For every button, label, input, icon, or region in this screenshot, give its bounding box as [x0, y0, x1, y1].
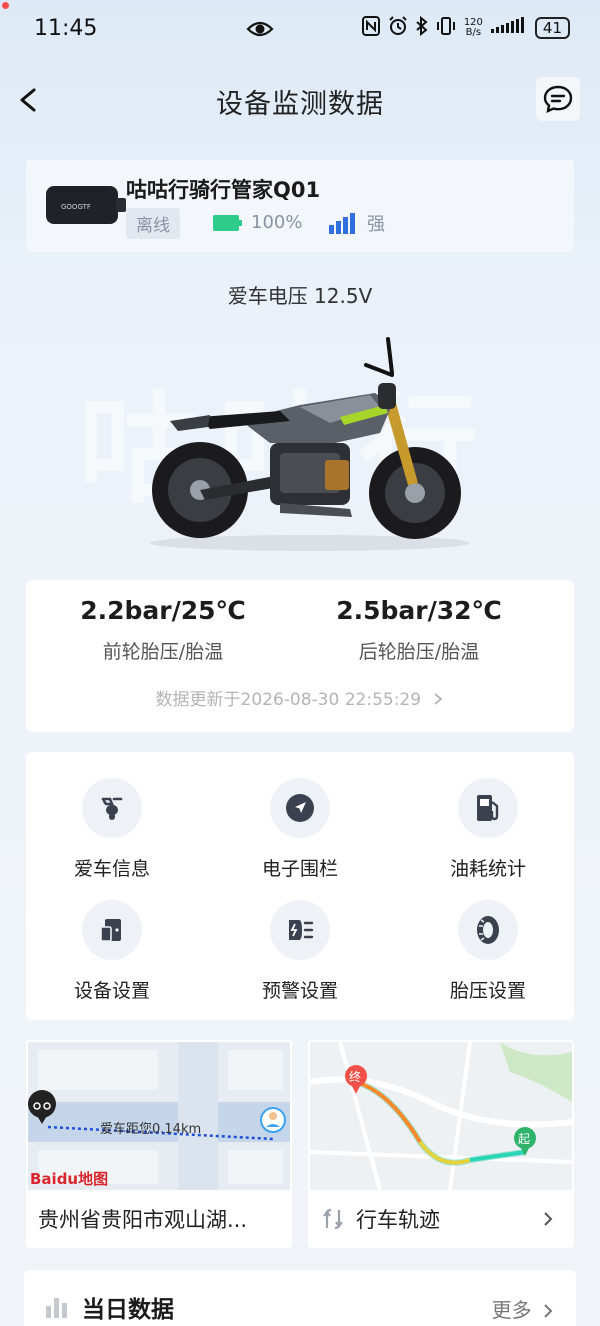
function-device-settings[interactable]: 设备设置 [32, 900, 192, 1003]
daily-data-title: 当日数据 [82, 1297, 174, 1323]
bar-chart-icon [46, 1298, 67, 1318]
device-icon [82, 900, 142, 960]
chevron-right-icon [544, 1304, 553, 1318]
chevron-right-icon [544, 1212, 553, 1226]
front-tire: 2.2bar/25℃ 前轮胎压/胎温 [26, 596, 300, 664]
daily-more-link[interactable]: 更多 [492, 1294, 554, 1323]
function-label: 爱车信息 [73, 858, 150, 880]
vibrate-icon [436, 16, 456, 40]
location-map[interactable]: 爱车距您0.14km Baidu地图 [28, 1042, 290, 1190]
tire-icon [458, 900, 518, 960]
device-image: GOOGTF [44, 182, 128, 228]
vehicle-address: 贵州省贵阳市观山湖... [38, 1208, 248, 1232]
scooter-icon [82, 778, 142, 838]
rear-tire: 2.5bar/32℃ 后轮胎压/胎温 [282, 596, 556, 664]
message-button[interactable] [536, 77, 580, 121]
net-speed-unit: B/s [465, 27, 482, 38]
function-label: 胎压设置 [449, 980, 526, 1002]
function-label: 电子围栏 [261, 858, 338, 880]
function-label: 油耗统计 [449, 858, 526, 880]
eye-icon [246, 18, 274, 44]
function-alert-settings[interactable]: 预警设置 [220, 900, 380, 1003]
chat-bubble-icon [543, 85, 573, 114]
daily-data-card: 当日数据 更多 [24, 1270, 576, 1326]
battery-icon [213, 214, 242, 231]
device-signal-value: 强 [367, 214, 385, 235]
vehicle-voltage: 爱车电压 12.5V [227, 284, 373, 308]
front-tire-value: 2.2bar/25℃ [80, 596, 246, 625]
fuel-pump-icon [458, 778, 518, 838]
function-tire-settings[interactable]: 胎压设置 [408, 900, 568, 1003]
chevron-right-icon [434, 693, 443, 705]
nfc-icon [361, 16, 380, 40]
device-chip-label: GOOGTF [61, 203, 91, 211]
driving-track-card[interactable]: 终 起 行车轨迹 [308, 1040, 574, 1248]
tire-pressure-card: 2.2bar/25℃ 前轮胎压/胎温 2.5bar/32℃ 后轮胎压/胎温 数据… [26, 580, 574, 732]
page-title: 设备监测数据 [216, 89, 384, 120]
vehicle-location-card[interactable]: 爱车距您0.14km Baidu地图 贵州省贵阳市观山湖... [26, 1040, 292, 1248]
signal-bars-icon [329, 213, 355, 234]
motorcycle-image [130, 325, 480, 555]
cell-signal-icon [490, 17, 527, 39]
rear-tire-value: 2.5bar/32℃ [336, 596, 502, 625]
track-start-marker: 起 [518, 1132, 530, 1146]
function-grid: 爱车信息 电子围栏 油耗统计 设备设置 预警设置 胎压设置 [26, 752, 574, 1020]
device-battery-value: 100% [251, 212, 303, 233]
vehicle-distance: 爱车距您0.14km [100, 1121, 201, 1137]
net-speed: 120 B/s [464, 18, 483, 38]
device-name: 咕咕行骑行管家Q01 [126, 178, 321, 202]
baidu-map-logo: Baidu地图 [30, 1170, 108, 1188]
status-icons: 120 B/s 41 [361, 15, 570, 40]
track-map[interactable]: 终 起 [310, 1042, 572, 1190]
nav-bar: 设备监测数据 [0, 70, 600, 130]
track-label: 行车轨迹 [356, 1208, 440, 1232]
function-fuel-stats[interactable]: 油耗统计 [408, 778, 568, 881]
track-footer: 行车轨迹 [308, 1190, 574, 1248]
status-bar: 11:45 120 B/s 41 [0, 0, 600, 60]
device-card[interactable]: GOOGTF 咕咕行骑行管家Q01 离线 100% 强 [26, 160, 574, 252]
alarm-icon [388, 16, 408, 40]
location-arrow-icon [270, 778, 330, 838]
front-tire-label: 前轮胎压/胎温 [102, 641, 224, 663]
function-label: 设备设置 [73, 980, 150, 1002]
function-car-info[interactable]: 爱车信息 [32, 778, 192, 881]
device-status-badge: 离线 [126, 208, 180, 239]
phone-battery: 41 [534, 17, 570, 39]
device-signal: 强 [329, 210, 385, 236]
notification-dot [2, 2, 9, 9]
device-battery: 100% [213, 212, 302, 233]
function-geofence[interactable]: 电子围栏 [220, 778, 380, 881]
bluetooth-icon [416, 15, 428, 40]
data-updated-text: 数据更新于2026-08-30 22:55:29 [155, 690, 422, 710]
function-label: 预警设置 [261, 980, 338, 1002]
track-end-marker: 终 [349, 1069, 361, 1084]
rear-tire-label: 后轮胎压/胎温 [358, 641, 480, 663]
data-updated-link[interactable]: 数据更新于2026-08-30 22:55:29 [26, 685, 574, 710]
route-icon [323, 1208, 343, 1230]
daily-more-label: 更多 [491, 1298, 532, 1322]
headlight-icon [270, 900, 330, 960]
status-time: 11:45 [34, 16, 98, 41]
